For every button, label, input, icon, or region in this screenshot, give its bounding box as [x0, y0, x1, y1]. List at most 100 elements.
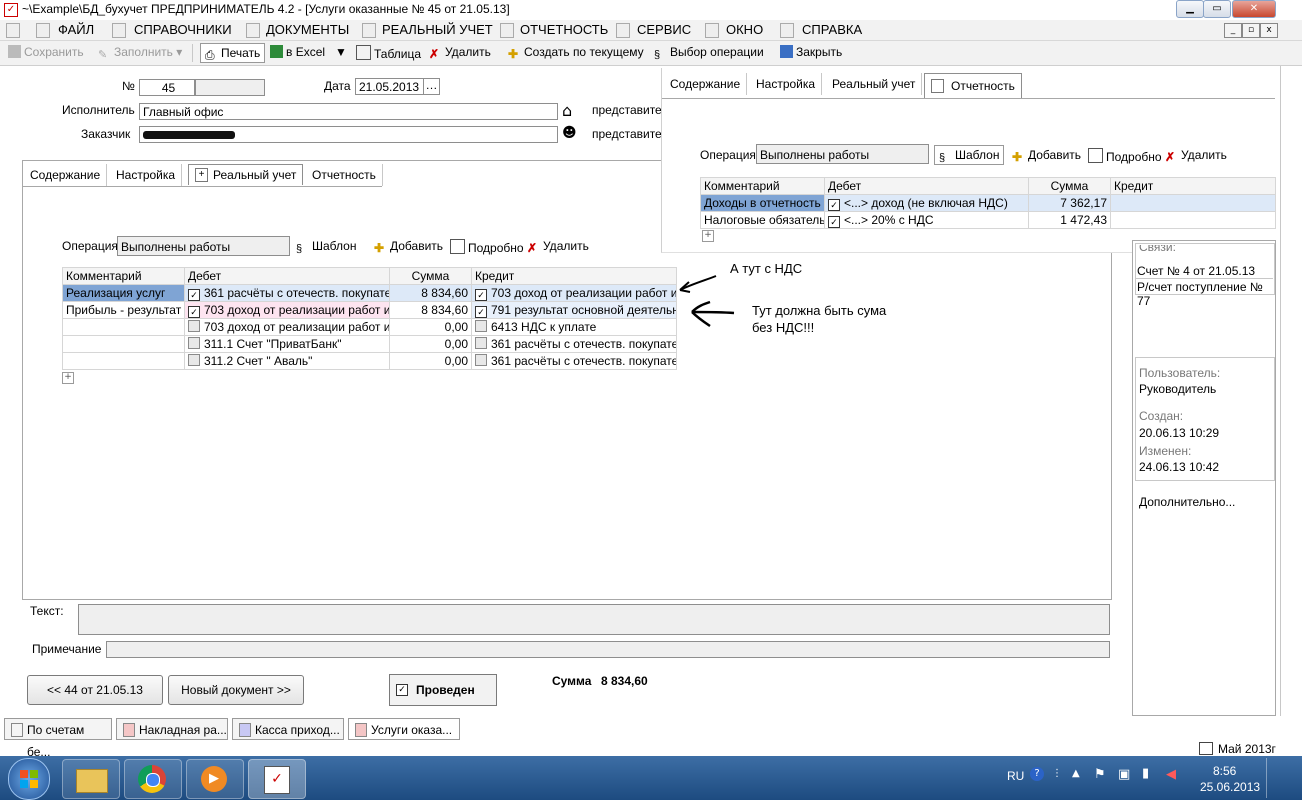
table-button[interactable]: Таблица [356, 45, 421, 61]
add-row-button[interactable]: ✚ Добавить [374, 239, 443, 255]
tab-reporting[interactable]: Отчетность [306, 164, 383, 186]
new-document-button[interactable]: Новый документ >> [168, 675, 304, 705]
tab-settings[interactable]: Настройка [110, 164, 183, 186]
more-link[interactable]: Дополнительно... [1139, 495, 1235, 509]
credit-cell[interactable]: 361 расчёты с отечеств. покупате [471, 335, 677, 353]
checkbox[interactable]: ✓ [475, 305, 487, 318]
link-payment[interactable]: Р/счет поступление № 77 [1137, 280, 1275, 308]
language-indicator[interactable]: RU [1007, 769, 1024, 783]
sum-cell[interactable]: 0,00 [389, 352, 472, 370]
customer-field[interactable] [139, 126, 558, 143]
menu-references[interactable]: СПРАВОЧНИКИ [134, 22, 232, 37]
table-row[interactable]: Налоговые обязатель ✓ <...> 20% с НДС 1 4… [700, 211, 1276, 229]
close-button[interactable]: Закрыть [780, 45, 842, 59]
create-by-current-button[interactable]: ✚ Создать по текущему [508, 45, 644, 61]
overlay-template-button[interactable]: § Шаблон [934, 145, 1005, 165]
overlay-tab-reporting[interactable]: Отчетность [924, 73, 1022, 98]
doc-tab-services[interactable]: Услуги оказа... [348, 718, 460, 740]
sum-cell[interactable]: 7 362,17 [1028, 194, 1111, 212]
sum-cell[interactable]: 1 472,43 [1028, 211, 1111, 229]
keyboard-icon[interactable]: ⋮ [1052, 768, 1062, 779]
checkbox[interactable]: ✓ [188, 288, 200, 301]
delete-button[interactable]: ✗ Удалить [429, 45, 491, 61]
mdi-minimize-button[interactable]: _ [1224, 23, 1242, 38]
checkbox[interactable] [188, 354, 200, 366]
menu-window[interactable]: ОКНО [726, 22, 763, 37]
excel-button[interactable]: в Excel [270, 45, 325, 59]
network-icon[interactable]: ▮ [1142, 766, 1149, 781]
home-icon[interactable]: ⌂ [562, 101, 572, 120]
show-desktop-button[interactable] [1266, 758, 1301, 798]
doc-tab-cash[interactable]: Касса приход... [232, 718, 344, 740]
menu-reporting[interactable]: ОТЧЕТНОСТЬ [520, 22, 608, 37]
mdi-restore-button[interactable]: ▫ [1242, 23, 1260, 38]
text-field[interactable] [78, 604, 1110, 635]
overlay-delete-button[interactable]: ✗ Удалить [1165, 148, 1227, 164]
column-header[interactable]: Кредит [471, 267, 677, 285]
debit-cell[interactable]: 311.1 Счет "ПриватБанк" [184, 335, 390, 353]
sum-cell[interactable]: 8 834,60 [389, 301, 472, 319]
menu-help[interactable]: СПРАВКА [802, 22, 862, 37]
checkbox[interactable]: ✓ [188, 305, 200, 318]
comment-cell[interactable]: Налоговые обязатель [700, 211, 825, 229]
debit-cell[interactable]: ✓ <...> 20% с НДС [824, 211, 1029, 229]
menu-service[interactable]: СЕРВИС [637, 22, 691, 37]
comment-cell[interactable]: Доходы в отчетность [700, 194, 825, 212]
checkbox[interactable] [188, 320, 200, 332]
tab-content[interactable]: Содержание [24, 164, 108, 186]
expand-icon[interactable]: + [702, 230, 714, 242]
table-row[interactable]: 311.1 Счет "ПриватБанк" 0,00 361 расчёты… [62, 335, 677, 353]
column-header[interactable]: Дебет [184, 267, 390, 285]
posted-toggle[interactable]: ✓ Проведен [389, 674, 497, 706]
date-field[interactable]: 21.05.2013 [355, 78, 425, 95]
link-invoice[interactable]: Счет № 4 от 21.05.13 [1137, 264, 1255, 278]
checkbox[interactable] [475, 320, 487, 332]
overlay-operation-field[interactable]: Выполнены работы [756, 144, 929, 164]
comment-cell[interactable] [62, 318, 185, 336]
credit-cell[interactable]: ✓ 791 результат основной деятельн [471, 301, 677, 319]
sum-cell[interactable]: 0,00 [389, 318, 472, 336]
table-row[interactable]: Прибыль - результат ✓ 703 доход от реализ… [62, 301, 677, 319]
date-picker-button[interactable]: … [423, 78, 440, 95]
column-header[interactable]: Дебет [824, 177, 1029, 195]
calendar-icon[interactable] [1199, 742, 1213, 755]
expand-icon[interactable]: + [62, 372, 74, 384]
column-header[interactable]: Комментарий [62, 267, 185, 285]
credit-cell[interactable]: ✓ 703 доход от реализации работ и [471, 284, 677, 302]
credit-cell[interactable]: 361 расчёты с отечеств. покупате [471, 352, 677, 370]
comment-cell[interactable]: Реализация услуг [62, 284, 185, 302]
note-field[interactable] [106, 641, 1110, 658]
fill-button[interactable]: ✎ Заполнить ▾ [98, 45, 182, 61]
accounting-app-taskbar-button[interactable]: ✓ [248, 759, 306, 799]
debit-cell[interactable]: ✓ 703 доход от реализации работ и [184, 301, 390, 319]
doc-tab-invoice[interactable]: Накладная ра... [116, 718, 228, 740]
number-suffix-field[interactable] [195, 79, 265, 96]
overlay-tab-real-accounting[interactable]: Реальный учет [826, 73, 923, 95]
media-player-taskbar-button[interactable]: ▶ [186, 759, 244, 799]
comment-cell[interactable] [62, 335, 185, 353]
column-header[interactable]: Сумма [389, 267, 472, 285]
debit-cell[interactable]: 703 доход от реализации работ и [184, 318, 390, 336]
flag-icon[interactable]: ⚑ [1094, 767, 1106, 782]
checkbox[interactable] [475, 337, 487, 349]
details-button[interactable]: Подробно [450, 239, 524, 255]
column-header[interactable]: Кредит [1110, 177, 1276, 195]
executor-field[interactable]: Главный офис [139, 103, 558, 120]
explorer-taskbar-button[interactable] [62, 759, 120, 799]
delete-row-button[interactable]: ✗ Удалить [527, 239, 589, 255]
credit-cell[interactable] [1110, 211, 1276, 229]
chrome-taskbar-button[interactable] [124, 759, 182, 799]
sum-cell[interactable]: 8 834,60 [389, 284, 472, 302]
table-row[interactable]: Доходы в отчетность ✓ <...> доход (не вкл… [700, 194, 1276, 212]
volume-muted-icon[interactable]: ◀ [1166, 767, 1176, 782]
period-label[interactable]: Май 2013г [1218, 742, 1276, 756]
checkbox[interactable]: ✓ [475, 288, 487, 301]
table-row[interactable]: 703 доход от реализации работ и 0,00 641… [62, 318, 677, 336]
clock-date[interactable]: 25.06.2013 [1200, 780, 1260, 794]
clock-time[interactable]: 8:56 [1213, 764, 1236, 778]
table-row[interactable]: 311.2 Счет " Аваль" 0,00 361 расчёты с о… [62, 352, 677, 370]
excel-dropdown-button[interactable]: ▼ [335, 45, 347, 59]
number-field[interactable]: 45 [139, 79, 195, 96]
sum-cell[interactable]: 0,00 [389, 335, 472, 353]
start-button[interactable] [8, 758, 50, 800]
